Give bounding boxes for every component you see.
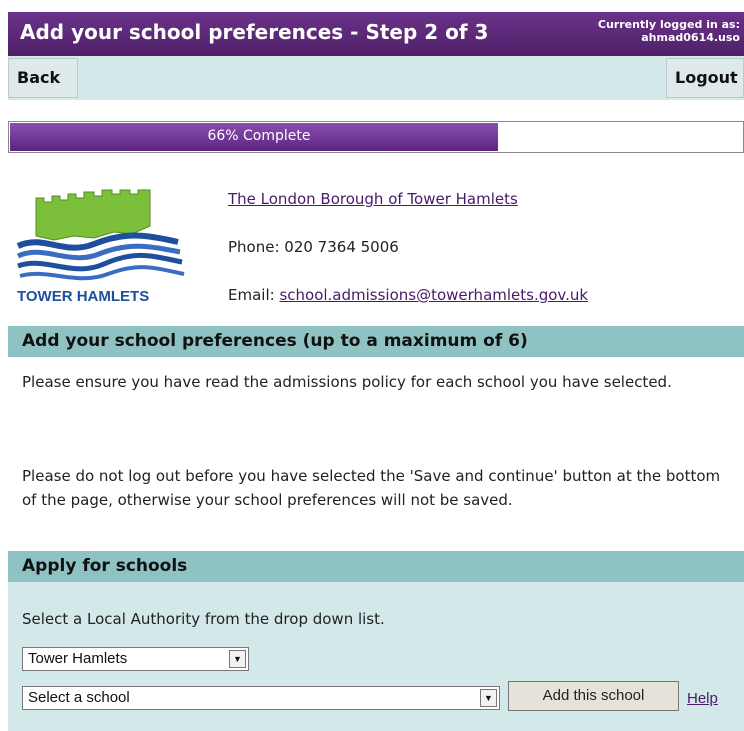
preferences-heading: Add your school preferences (up to a max… xyxy=(8,326,744,357)
page-title: Add your school preferences - Step 2 of … xyxy=(20,20,489,44)
login-username: ahmad0614.uso xyxy=(641,31,740,44)
apply-instruction: Select a Local Authority from the drop d… xyxy=(22,610,385,628)
chevron-down-icon[interactable]: ▼ xyxy=(229,650,246,668)
nav-bar: Back Logout xyxy=(8,56,744,100)
preferences-note-1: Please ensure you have read the admissio… xyxy=(22,373,672,391)
back-button[interactable]: Back xyxy=(8,58,78,98)
authority-select[interactable]: Tower Hamlets ▼ xyxy=(22,647,249,671)
authority-select-value: Tower Hamlets xyxy=(28,650,128,667)
school-select-value: Select a school xyxy=(28,689,130,706)
add-school-button[interactable]: Add this school xyxy=(508,681,679,711)
tower-hamlets-logo: TOWER HAMLETS xyxy=(14,186,190,306)
progress-label: 66% Complete xyxy=(207,128,311,144)
email-label: Email: xyxy=(228,286,275,304)
logo-graphic xyxy=(16,189,185,281)
preferences-note-2: Please do not log out before you have se… xyxy=(22,467,721,509)
school-select[interactable]: Select a school ▼ xyxy=(22,686,500,710)
contact-org: The London Borough of Tower Hamlets xyxy=(228,190,518,208)
help-link[interactable]: Help xyxy=(687,690,718,707)
email-link[interactable]: school.admissions@towerhamlets.gov.uk xyxy=(279,286,588,304)
contact-phone: Phone: 020 7364 5006 xyxy=(228,238,399,256)
progress-bar: 66% Complete xyxy=(8,121,744,153)
logout-button[interactable]: Logout xyxy=(666,58,744,98)
contact-email: Email: school.admissions@towerhamlets.go… xyxy=(228,286,588,304)
chevron-down-icon[interactable]: ▼ xyxy=(480,689,497,707)
page-header: Add your school preferences - Step 2 of … xyxy=(8,12,744,56)
login-label: Currently logged in as: xyxy=(597,18,740,31)
login-status: Currently logged in as: ahmad0614.uso xyxy=(598,18,740,44)
org-link[interactable]: The London Borough of Tower Hamlets xyxy=(228,190,518,208)
apply-heading: Apply for schools xyxy=(8,551,744,582)
logo-text: TOWER HAMLETS xyxy=(17,288,150,305)
